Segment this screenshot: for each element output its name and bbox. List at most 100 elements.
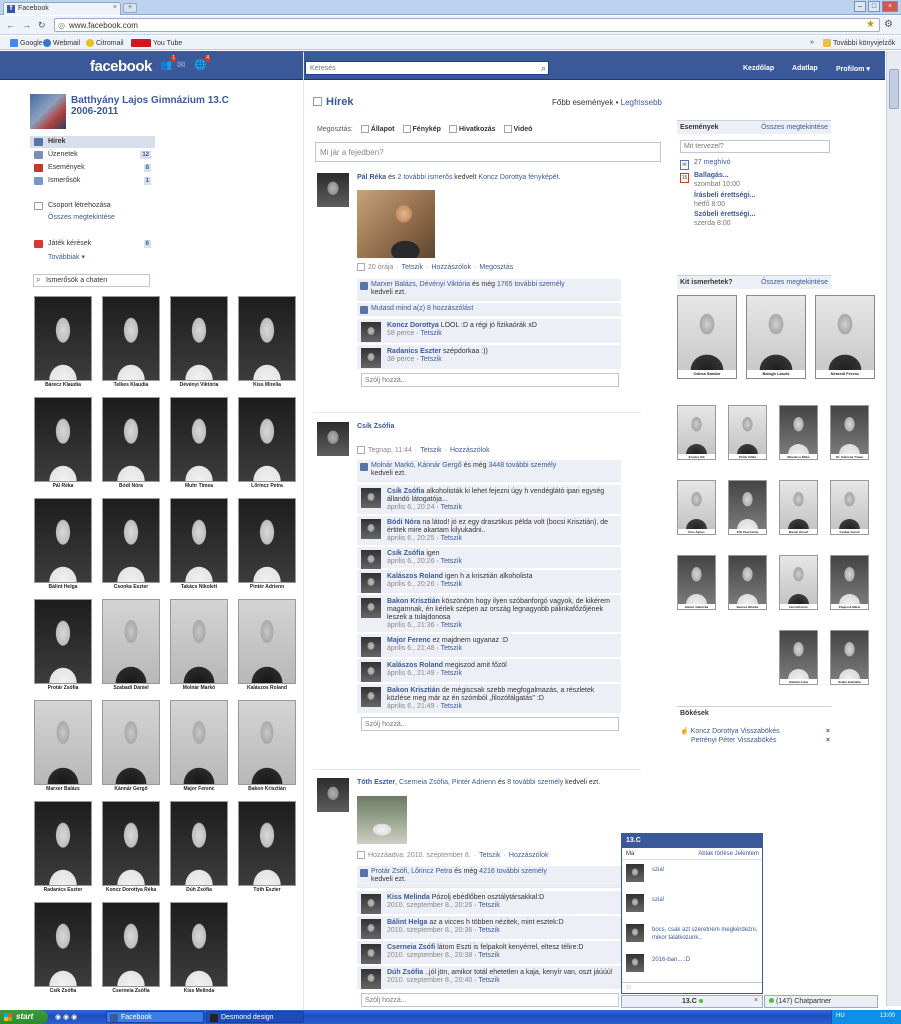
notifications-icon[interactable]: 🌐 4	[194, 55, 210, 71]
report-link[interactable]: Jelentem	[735, 851, 759, 857]
author-link[interactable]: Pál Réka	[357, 174, 386, 181]
comment-link[interactable]: Hozzászólok	[450, 447, 490, 454]
status-input[interactable]: Mi jár a fejedben?	[315, 142, 661, 162]
poke-name-link[interactable]: Koncz Dorottya	[691, 728, 739, 735]
commenter-link[interactable]: Bódi Nóra	[387, 519, 420, 526]
reload-icon[interactable]: ↻	[38, 20, 46, 31]
like-link[interactable]: Tetszik	[441, 558, 462, 565]
classmate-photo[interactable]: Pál Réka	[34, 397, 92, 491]
chat-search-input[interactable]: ⌕ Ismerősök a chaten	[33, 274, 150, 287]
avatar[interactable]	[361, 322, 381, 342]
poke-back-link[interactable]: Visszabökés	[740, 728, 779, 735]
classmate-photo[interactable]: Protár Zsófia	[34, 599, 92, 693]
bookmark-webmail[interactable]: Webmail	[43, 39, 80, 47]
classmate-photo[interactable]: Kánnár Gergő	[102, 700, 160, 794]
classmate-photo[interactable]: Kiss Mirella	[238, 296, 296, 390]
teacher-photo[interactable]: Pappová Mária	[830, 555, 869, 610]
language-indicator[interactable]: HU	[836, 1013, 845, 1019]
teacher-photo[interactable]: Kálmán Anna	[779, 630, 818, 685]
top-stories-link[interactable]: Főbb események	[552, 98, 613, 107]
more-link[interactable]: Továbbiak ▾	[30, 251, 155, 263]
like-link[interactable]: Tetszik	[402, 264, 423, 271]
remove-poke-button[interactable]: ×	[826, 727, 830, 736]
likers-link[interactable]: Protár Zsófi, Lőrincz Petra	[371, 868, 452, 875]
event-plan-input[interactable]: Mit tervezel?	[680, 140, 830, 153]
account-menu[interactable]: Profilom ▾	[836, 65, 870, 73]
likers-count-link[interactable]: 4216 további személy	[479, 868, 547, 875]
classmate-photo[interactable]: Dévényi Viktória	[170, 296, 228, 390]
like-link[interactable]: Tetszik	[420, 356, 441, 363]
avatar[interactable]	[361, 944, 381, 964]
like-link[interactable]: Tetszik	[478, 927, 499, 934]
bookmark-google[interactable]: Google	[10, 39, 43, 47]
avatar[interactable]	[361, 637, 381, 657]
commenter-link[interactable]: Bakon Krisztián	[387, 598, 440, 605]
address-bar[interactable]: ◎ www.facebook.com	[54, 18, 880, 32]
group-name[interactable]: Batthyány Lajos Gimnázium 13.C 2006-2011	[71, 95, 251, 117]
maximize-button[interactable]: □	[868, 1, 880, 12]
minimize-button[interactable]: –	[854, 1, 866, 12]
commenter-link[interactable]: Bakon Krisztián	[387, 687, 440, 694]
others-link[interactable]: Cserneia Zsófia, Pintér Adrienn	[399, 779, 496, 786]
create-group-link[interactable]: Csoport létrehozása	[30, 200, 155, 212]
share-photo-tab[interactable]: Fénykép	[402, 125, 441, 133]
classmate-photo[interactable]: Kiss Melinda	[170, 902, 228, 996]
teacher-photo[interactable]: Kovács Ildi	[677, 405, 716, 460]
reply-input[interactable]: Szólj hozzá...	[361, 717, 619, 731]
teacher-photo[interactable]: Kántor Gabriella	[677, 555, 716, 610]
avatar[interactable]	[361, 573, 381, 593]
author-link[interactable]: Csík Zsófia	[357, 423, 394, 430]
avatar[interactable]	[361, 550, 381, 570]
poke-name-link[interactable]: Petrényi Péter	[691, 737, 735, 744]
page-scrollbar[interactable]	[886, 51, 901, 1006]
like-link[interactable]: Tetszik	[441, 670, 462, 677]
avatar[interactable]	[361, 919, 381, 939]
share-video-tab[interactable]: Videó	[503, 125, 532, 133]
like-link[interactable]: Tetszik	[441, 504, 462, 511]
other-bookmarks[interactable]: További könyvjelzők	[823, 39, 895, 47]
commenter-link[interactable]: Cserneia Zsófi	[387, 944, 435, 951]
chat-tab[interactable]: 13.C ×	[621, 995, 763, 1008]
classmate-photo[interactable]: Major Ferenc	[170, 700, 228, 794]
likers-link[interactable]: Marxer Balázs, Dévényi Viktória	[371, 281, 470, 288]
clear-chat-link[interactable]: Ablak törlése	[698, 851, 733, 857]
chat-input[interactable]: ☺	[622, 982, 762, 994]
classmate-photo[interactable]: Koncz Dorottya Réka	[102, 801, 160, 895]
taskbar-item-desmond[interactable]: Desmond design	[206, 1011, 304, 1023]
others-link[interactable]: 2 további ismerős	[397, 174, 452, 181]
commenter-link[interactable]: Kalászos Roland	[387, 573, 443, 580]
classmate-photo[interactable]: Csík Zsófia	[34, 902, 92, 996]
see-all-groups-link[interactable]: Összes megtekintése	[30, 212, 155, 224]
commenter-link[interactable]: Kalászos Roland	[387, 662, 443, 669]
classmate-photo[interactable]: Pintér Adrienn	[238, 498, 296, 592]
like-link[interactable]: Tetszik	[441, 703, 462, 710]
share-link-tab[interactable]: Hivatkozás	[448, 125, 496, 133]
teacher-photo[interactable]: Dr. Gáborné Tímea	[830, 405, 869, 460]
reply-input[interactable]: Szólj hozzá...	[361, 373, 619, 387]
scrollbar-thumb[interactable]	[889, 69, 899, 109]
classmate-photo[interactable]: Dúh Zsófia	[170, 801, 228, 895]
new-tab-button[interactable]: +	[123, 3, 137, 13]
like-link[interactable]: Tetszik	[441, 535, 462, 542]
commenter-link[interactable]: Bálint Helga	[387, 919, 427, 926]
comment-link[interactable]: Hozzászólok	[431, 264, 471, 271]
shared-photo[interactable]	[357, 190, 435, 258]
commenter-link[interactable]: Csík Zsófia	[387, 488, 424, 495]
bookmark-star-icon[interactable]: ★	[866, 19, 875, 30]
bookmark-overflow[interactable]: »	[810, 39, 814, 46]
teacher-photo[interactable]: Némedi Ferenc	[815, 295, 875, 379]
like-link[interactable]: Tetszik	[478, 977, 499, 984]
close-window-button[interactable]: ×	[882, 1, 898, 12]
classmate-photo[interactable]: Bárecz Klaudia	[34, 296, 92, 390]
like-link[interactable]: Tetszik	[441, 581, 462, 588]
nav-messages[interactable]: Üzenetek 12	[30, 149, 155, 161]
nav-news[interactable]: Hírek	[30, 136, 155, 148]
likers-count-link[interactable]: 3448 további személy	[489, 462, 557, 469]
avatar[interactable]	[317, 778, 349, 812]
classmate-photo[interactable]: Takács Nikolett	[170, 498, 228, 592]
most-recent-link[interactable]: Legfrissebb	[621, 98, 662, 107]
classmate-photo[interactable]: Radanics Eszter	[34, 801, 92, 895]
like-link[interactable]: Tetszik	[441, 645, 462, 652]
teacher-photo[interactable]: Kiss Ágnes	[677, 480, 716, 535]
forward-arrow-icon[interactable]: →	[22, 20, 31, 30]
